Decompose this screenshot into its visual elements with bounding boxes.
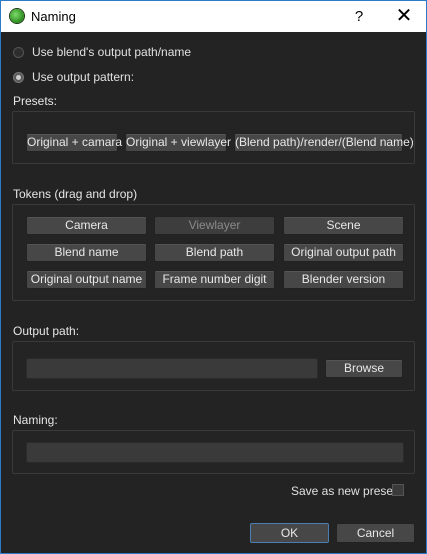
radio-blend-output[interactable] xyxy=(13,46,24,58)
output-path-label: Output path: xyxy=(13,324,80,338)
radio-output-pattern-label: Use output pattern: xyxy=(32,70,135,84)
close-button[interactable]: ✕ xyxy=(382,1,426,32)
naming-label: Naming: xyxy=(13,413,58,427)
browse-button[interactable]: Browse xyxy=(325,359,403,378)
tokens-group: Camera Viewlayer Scene Blend name Blend … xyxy=(12,204,415,301)
token-blender-version-button[interactable]: Blender version xyxy=(283,270,404,289)
save-preset-label: Save as new preset xyxy=(291,484,397,498)
preset-original-camara-button[interactable]: Original + camara xyxy=(26,133,122,152)
naming-group xyxy=(12,430,415,474)
cancel-button[interactable]: Cancel xyxy=(336,523,415,543)
token-frame-number-digit-button[interactable]: Frame number digit xyxy=(154,270,275,289)
ok-button[interactable]: OK xyxy=(250,523,329,543)
token-original-output-name-button[interactable]: Original output name xyxy=(26,270,147,289)
preset-blend-path-render-button[interactable]: (Blend path)/render/(Blend name) xyxy=(234,133,414,152)
save-preset-checkbox[interactable] xyxy=(392,484,404,496)
output-path-input[interactable] xyxy=(26,358,318,379)
radio-output-pattern[interactable] xyxy=(13,71,24,83)
preset-original-viewlayer-button[interactable]: Original + viewlayer xyxy=(125,133,231,152)
output-path-group: Browse xyxy=(12,341,415,391)
tokens-label: Tokens (drag and drop) xyxy=(13,187,138,201)
title-bar: Naming ? ✕ xyxy=(1,1,426,32)
token-camera-button[interactable]: Camera xyxy=(26,216,147,235)
naming-dialog: Naming ? ✕ Use blend's output path/name … xyxy=(0,0,427,554)
radio-blend-output-label: Use blend's output path/name xyxy=(32,45,192,59)
help-button[interactable]: ? xyxy=(337,1,381,32)
window-title: Naming xyxy=(31,9,76,24)
blender-app-icon xyxy=(10,9,24,23)
naming-input[interactable] xyxy=(26,442,404,463)
presets-label: Presets: xyxy=(13,94,58,108)
token-viewlayer-button: Viewlayer xyxy=(154,216,275,235)
token-blend-name-button[interactable]: Blend name xyxy=(26,243,147,262)
token-blend-path-button[interactable]: Blend path xyxy=(154,243,275,262)
radio-blend-output-row[interactable]: Use blend's output path/name xyxy=(13,44,191,60)
token-original-output-path-button[interactable]: Original output path xyxy=(283,243,404,262)
radio-output-pattern-row[interactable]: Use output pattern: xyxy=(13,69,134,85)
presets-group: Original + camara Original + viewlayer (… xyxy=(12,111,415,164)
token-scene-button[interactable]: Scene xyxy=(283,216,404,235)
